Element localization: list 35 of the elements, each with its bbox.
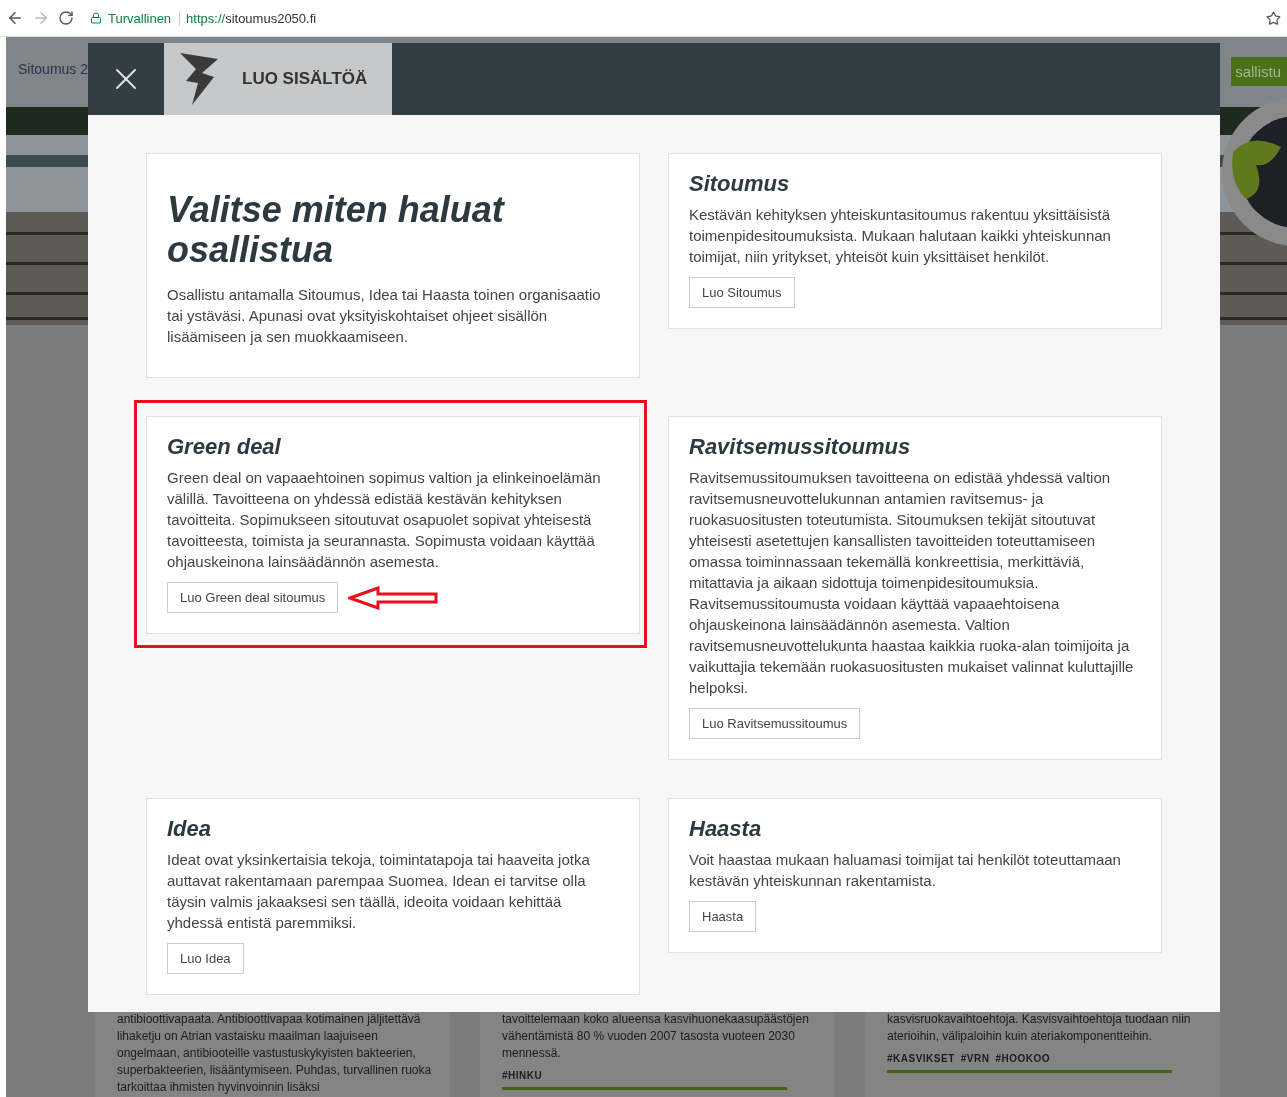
card-text: antibioottivapaata. Antibioottivapaa kotimainen jäljitettävä lihaketju on Atrian vastaisku maailman laajuiseen ongelmaan, antibiooteille vastustuskykyisten bakteerien, superbakteerien, lisääntymiseen. Puhdas, turvallinen ruoka tarkoittaa ihmisten hyvinvoinnin lisäksi (117, 1011, 433, 1096)
create-button[interactable]: Luo Idea (167, 943, 244, 974)
lightning-icon (178, 51, 220, 107)
dialog-tab[interactable]: LUO SISÄLTÖÄ (164, 43, 392, 115)
card-description: Osallistu antamalla Sitoumus, Idea tai Haasta toinen organisaatio tai ystäväsi. Apunasi ovat yksityiskohtaiset ohjeet sisällön lisäämiseen ja sen muokkaamiseen. (167, 285, 602, 347)
pointer-arrow-icon (348, 585, 439, 610)
hashtag[interactable]: #VRN (960, 1053, 990, 1064)
card-title: Sitoumus (689, 170, 790, 198)
card-title: Haasta (689, 815, 762, 843)
card-description: Green deal on vapaaehtoinen sopimus valtion ja elinkeinoelämän välillä. Tavoitteena on yhdessä edistää kestävän kehityksen tavoitteita. Sopimukseen sitoutuvat osapuolet sopivat yhteisestä tavoitteesta, toimista ja seurannasta. Sopimusta voidaan käyttää ohjauskeinona lainsäädännön asemesta. (167, 468, 602, 572)
card-text: kasvisruokavaihtoehtoja. Kasvisvaihtoehtoja tuodaan niin aterioihin, välipaloihin kuin ateriakomponentteihin. (887, 1011, 1192, 1045)
create-button[interactable]: Luo Green deal sitoumus (167, 582, 339, 613)
create-button[interactable]: Luo Sitoumus (689, 277, 795, 308)
card-title: Idea (167, 815, 212, 843)
reload-icon[interactable] (58, 10, 74, 26)
address-bar[interactable]: Turvallinen https://sitoumus2050.fi (82, 5, 1258, 31)
create-button[interactable]: Luo Ravitsemussitoumus (689, 708, 861, 739)
card-title: Valitse miten haluat osallistua (167, 190, 506, 270)
hashtag[interactable]: #HINKU (502, 1070, 543, 1081)
card-description: Voit haastaa mukaan haluamasi toimijat tai henkilöt toteuttamaan kestävän yhteiskunnan rakentamista. (689, 850, 1122, 891)
card-title: Green deal (167, 433, 281, 461)
back-icon[interactable] (6, 9, 24, 27)
hashtag[interactable]: #HOOKOO (995, 1053, 1051, 1064)
tab-label: LUO SISÄLTÖÄ (242, 69, 368, 89)
url-text: https://sitoumus2050.fi (186, 10, 317, 26)
card-text: tavoittelemaan koko alueensa kasvihuonekaasupäästöjen vähentämistä 80 % vuoden 2007 tasosta vuoteen 2030 mennessä. (502, 1011, 810, 1062)
card-title: Ravitsemussitoumus (689, 433, 911, 461)
card-description: Ideat ovat yksinkertaisia tekoja, toimintatapoja tai haaveita jotka auttavat rakentamaan parempaa Suomea. Idean ei tarvitse olla täysin valmis jakaaksesi sen täällä, ideoita voidaan kehittää yhdessä entistä paremmiksi. (167, 850, 591, 933)
create-button[interactable]: Haasta (689, 901, 757, 932)
hashtag[interactable]: #KASVIKSET (887, 1053, 955, 1064)
card-description: Ravitsemussitoumuksen tavoitteena on edistää yhdessä valtion ravitsemusneuvottelukunnan antamien ravitsemus- ja ruokasuositusten toteutumista. Sitoumuksen tekijät sitoutuvat yhteisesti asetettujen kansallisten tavoitteiden toteuttamiseen omassa toiminnassaan tekemällä konkreettisia, merkittäviä, mitattavia ja aikaan sidottuja toimenpidesitoumuksia. Ravitsemussitoumusta voidaan käyttää vapaaehtoisena ohjauskeinona lainsäädännön asemesta. Valtion ravitsemusneuvottelukunta haastaa kaikkia ruoka-alan toimijoita ja vaikuttajia tekemään ruokasuositusten mukaiset valinnat kuluttajille helpoksi. (689, 468, 1135, 698)
lock-icon (90, 12, 102, 24)
security-label: Turvallinen (108, 10, 181, 26)
card-description: Kestävän kehityksen yhteiskuntasitoumus rakentuu yksittäisistä toimenpidesitoumuksista. Mukaan halutaan kaikki yhteiskunnan toimijat, niin yritykset, yhteisöt kuin yksittäiset henkilöt. (689, 205, 1112, 267)
bookmark-star-icon[interactable] (1266, 10, 1281, 26)
